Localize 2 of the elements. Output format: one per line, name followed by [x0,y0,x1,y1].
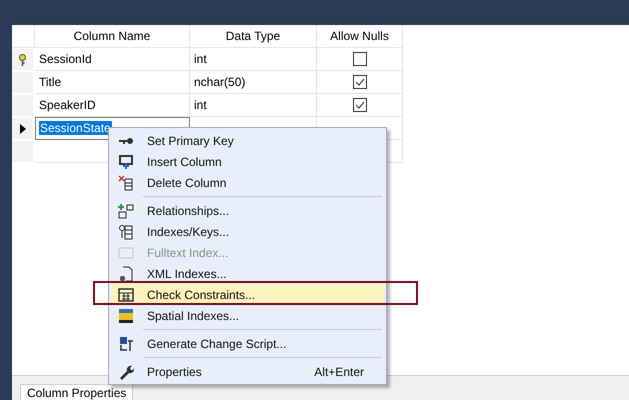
selected-text: SessionState [39,121,112,135]
shortcut-text: Alt+Enter [314,364,365,378]
